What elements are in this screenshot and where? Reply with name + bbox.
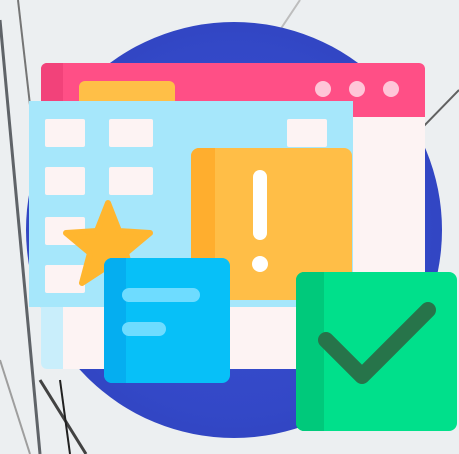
note-card-icon	[104, 258, 230, 383]
window-dot	[315, 81, 331, 97]
exclamation-dot	[252, 256, 268, 272]
grid-cell	[45, 167, 85, 195]
grid-cell	[287, 119, 327, 147]
grid-cell	[109, 119, 153, 147]
grid-cell	[45, 119, 85, 147]
note-line	[122, 288, 200, 302]
window-dot	[349, 81, 365, 97]
exclamation-icon	[253, 170, 267, 240]
grid-cell	[109, 167, 153, 195]
illustration	[0, 0, 459, 454]
note-line	[122, 322, 166, 336]
checkmark-icon	[318, 302, 436, 384]
window-dot	[383, 81, 399, 97]
checkmark-card-icon	[296, 272, 457, 431]
note-shade	[104, 258, 126, 383]
